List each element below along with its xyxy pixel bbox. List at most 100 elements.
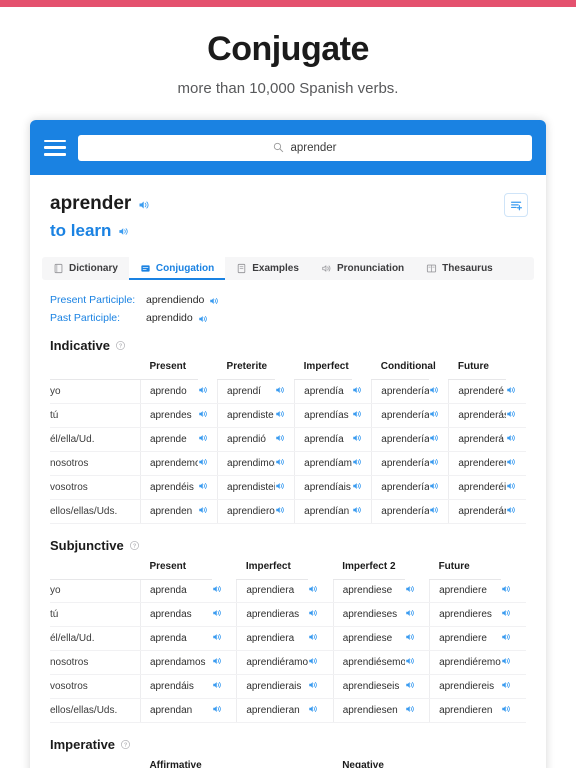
audio-icon[interactable] [308,706,318,717]
audio-icon[interactable] [506,506,516,518]
tab-pronunciation[interactable]: Pronunciation [310,257,415,280]
audio-icon[interactable] [308,634,318,645]
conjugation-audio-cell[interactable] [505,379,526,404]
audio-icon[interactable] [352,458,362,470]
audio-icon[interactable] [405,658,415,669]
conjugation-audio-cell[interactable] [500,626,526,651]
conjugation-audio-cell[interactable] [505,403,526,428]
search-input[interactable]: aprender [78,134,532,161]
conjugation-audio-cell[interactable] [211,602,237,627]
audio-icon[interactable] [212,586,222,597]
conjugation-audio-cell[interactable] [404,602,430,627]
audio-icon[interactable] [308,586,318,597]
conjugation-audio-cell[interactable] [428,499,449,524]
audio-icon[interactable] [198,482,208,494]
audio-icon[interactable] [352,506,362,518]
conjugation-audio-cell[interactable] [308,674,334,699]
audio-icon[interactable] [275,506,285,518]
present-participle-audio-icon[interactable] [209,296,220,307]
audio-icon[interactable] [405,634,415,645]
headword-audio-icon[interactable] [138,199,149,210]
audio-icon[interactable] [275,458,285,470]
audio-icon[interactable] [352,386,362,398]
audio-icon[interactable] [352,410,362,422]
conjugation-audio-cell[interactable] [505,475,526,500]
conjugation-audio-cell[interactable] [351,427,372,452]
audio-icon[interactable] [506,386,516,398]
conjugation-audio-cell[interactable] [197,403,218,428]
audio-icon[interactable] [429,386,439,398]
audio-icon[interactable] [501,586,511,597]
audio-icon[interactable] [198,434,208,446]
conjugation-audio-cell[interactable] [404,698,430,723]
audio-icon[interactable] [405,706,415,717]
conjugation-audio-cell[interactable] [274,475,295,500]
conjugation-audio-cell[interactable] [428,403,449,428]
conjugation-audio-cell[interactable] [404,650,430,675]
conjugation-audio-cell[interactable] [404,579,430,603]
conjugation-audio-cell[interactable] [211,674,237,699]
conjugation-audio-cell[interactable] [308,602,334,627]
add-to-list-button[interactable] [504,193,528,217]
conjugation-audio-cell[interactable] [274,499,295,524]
audio-icon[interactable] [429,506,439,518]
conjugation-audio-cell[interactable] [274,427,295,452]
audio-icon[interactable] [212,682,222,693]
audio-icon[interactable] [198,506,208,518]
conjugation-audio-cell[interactable] [274,451,295,476]
conjugation-audio-cell[interactable] [351,475,372,500]
conjugation-audio-cell[interactable] [500,650,526,675]
conjugation-audio-cell[interactable] [505,427,526,452]
audio-icon[interactable] [275,410,285,422]
audio-icon[interactable] [429,482,439,494]
audio-icon[interactable] [506,410,516,422]
conjugation-audio-cell[interactable] [351,403,372,428]
audio-icon[interactable] [275,434,285,446]
past-participle-audio-icon[interactable] [198,314,209,325]
conjugation-audio-cell[interactable] [274,403,295,428]
conjugation-audio-cell[interactable] [351,499,372,524]
conjugation-audio-cell[interactable] [428,427,449,452]
conjugation-audio-cell[interactable] [505,499,526,524]
audio-icon[interactable] [198,386,208,398]
conjugation-audio-cell[interactable] [197,499,218,524]
conjugation-audio-cell[interactable] [428,451,449,476]
tab-examples[interactable]: Examples [225,257,310,280]
audio-icon[interactable] [506,458,516,470]
audio-icon[interactable] [352,482,362,494]
audio-icon[interactable] [429,434,439,446]
conjugation-audio-cell[interactable] [428,475,449,500]
conjugation-audio-cell[interactable] [211,650,237,675]
conjugation-audio-cell[interactable] [351,451,372,476]
conjugation-audio-cell[interactable] [211,579,237,603]
conjugation-audio-cell[interactable] [274,379,295,404]
audio-icon[interactable] [501,658,511,669]
audio-icon[interactable] [501,706,511,717]
conjugation-audio-cell[interactable] [500,698,526,723]
conjugation-audio-cell[interactable] [308,698,334,723]
question-circle-icon[interactable]: ? [115,340,126,351]
audio-icon[interactable] [501,610,511,621]
audio-icon[interactable] [198,410,208,422]
audio-icon[interactable] [501,682,511,693]
conjugation-audio-cell[interactable] [308,650,334,675]
conjugation-audio-cell[interactable] [197,451,218,476]
audio-icon[interactable] [405,682,415,693]
conjugation-audio-cell[interactable] [197,475,218,500]
tab-dictionary[interactable]: Dictionary [42,257,129,280]
audio-icon[interactable] [429,410,439,422]
conjugation-audio-cell[interactable] [404,626,430,651]
audio-icon[interactable] [308,658,318,669]
audio-icon[interactable] [506,482,516,494]
audio-icon[interactable] [275,482,285,494]
conjugation-audio-cell[interactable] [308,579,334,603]
conjugation-audio-cell[interactable] [351,379,372,404]
conjugation-audio-cell[interactable] [308,626,334,651]
audio-icon[interactable] [405,586,415,597]
audio-icon[interactable] [352,434,362,446]
conjugation-audio-cell[interactable] [211,698,237,723]
audio-icon[interactable] [429,458,439,470]
tab-conjugation[interactable]: Conjugation [128,257,226,280]
conjugation-audio-cell[interactable] [197,427,218,452]
conjugation-audio-cell[interactable] [211,626,237,651]
